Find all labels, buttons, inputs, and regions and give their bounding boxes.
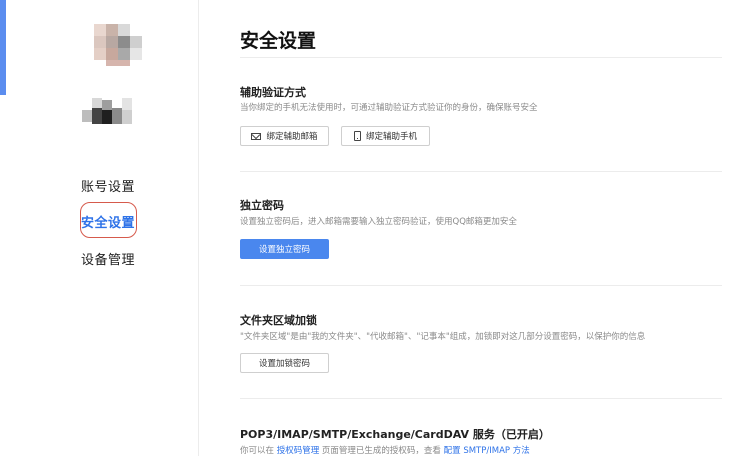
section-desc-pop3: 你可以在 授权码管理 页面管理已生成的授权码，查看 配置 SMTP/IMAP 方… (240, 444, 530, 456)
section-desc-password: 设置独立密码后，进入邮箱需要输入独立密码验证，使用QQ邮箱更加安全 (240, 217, 517, 227)
divider (240, 398, 722, 399)
mail-icon (251, 132, 262, 140)
section-desc-folder-lock: "文件夹区域"是由"我的文件夹"、"代收邮箱"、"记事本"组成，加锁即对这几部分… (240, 332, 646, 342)
set-lock-password-button[interactable]: 设置加锁密码 (240, 353, 329, 373)
bind-phone-label: 绑定辅助手机 (365, 132, 417, 142)
username (82, 98, 144, 128)
sidebar-item-account[interactable]: 账号设置 (68, 176, 148, 195)
section-title-pop3: POP3/IMAP/SMTP/Exchange/CardDAV 服务（已开启） (240, 428, 550, 441)
set-password-button[interactable]: 设置独立密码 (240, 239, 329, 259)
phone-icon (353, 131, 361, 141)
bind-email-button[interactable]: 绑定辅助邮箱 (240, 126, 329, 146)
section-desc-auth: 当你绑定的手机无法使用时，可通过辅助验证方式验证你的身份，确保账号安全 (240, 103, 538, 113)
divider (240, 171, 722, 172)
sidebar-item-security[interactable]: 安全设置 (68, 212, 148, 231)
set-lock-password-label: 设置加锁密码 (258, 359, 310, 369)
pop3-desc-prefix: 你可以在 (240, 446, 277, 456)
sidebar: 账号设置 安全设置 设备管理 (6, 0, 199, 456)
section-title-auth: 辅助验证方式 (240, 86, 306, 99)
page-title: 安全设置 (240, 30, 317, 52)
auth-code-manage-link[interactable]: 授权码管理 (277, 446, 320, 456)
divider (240, 57, 722, 58)
section-title-password: 独立密码 (240, 199, 284, 212)
pop3-desc-mid: 页面管理已生成的授权码，查看 (319, 446, 444, 456)
avatar[interactable] (94, 24, 142, 68)
set-password-label: 设置独立密码 (258, 245, 310, 255)
section-title-folder-lock: 文件夹区域加锁 (240, 314, 317, 327)
sidebar-item-devices[interactable]: 设备管理 (68, 249, 148, 268)
smtp-imap-config-link[interactable]: 配置 SMTP/IMAP 方法 (444, 446, 530, 456)
divider (240, 285, 722, 286)
bind-email-label: 绑定辅助邮箱 (266, 132, 318, 142)
main-content: 安全设置 辅助验证方式 当你绑定的手机无法使用时，可通过辅助验证方式验证你的身份… (199, 0, 731, 456)
bind-phone-button[interactable]: 绑定辅助手机 (341, 126, 430, 146)
